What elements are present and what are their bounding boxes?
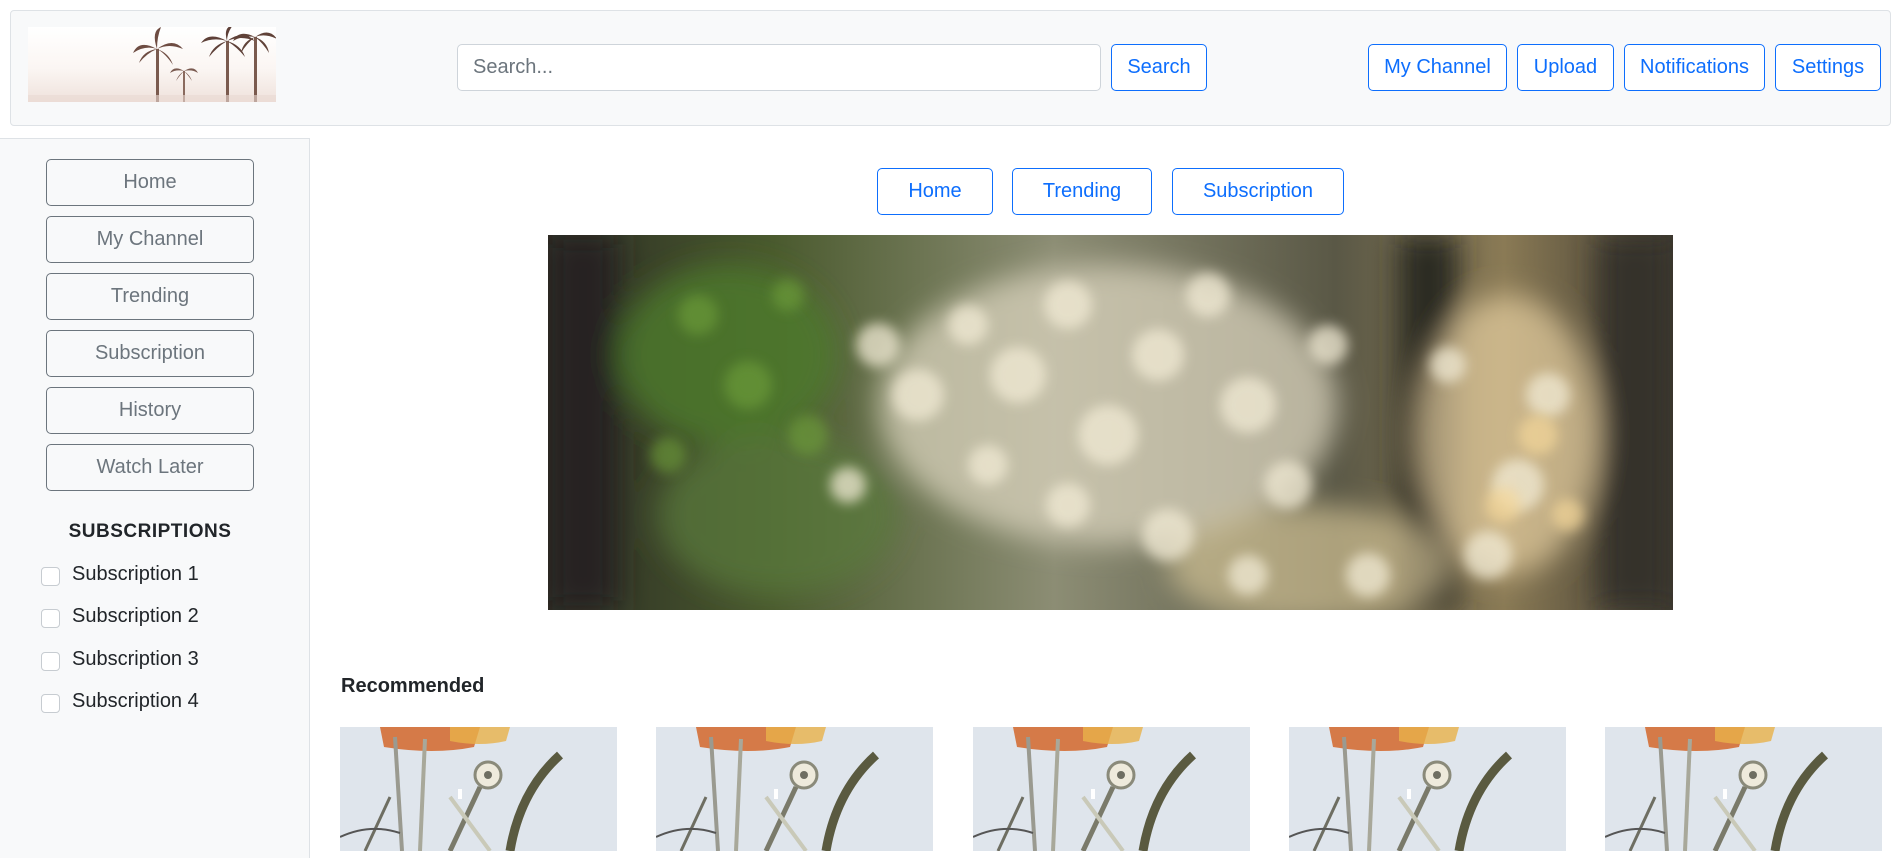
subscription-checkbox[interactable] xyxy=(41,693,60,713)
subscription-label: Subscription 2 xyxy=(72,604,199,627)
notifications-button[interactable]: Notifications xyxy=(1624,44,1765,91)
sidebar-item-trending[interactable]: Trending xyxy=(46,273,254,320)
search-input[interactable] xyxy=(457,44,1101,91)
subscription-item[interactable]: Subscription 3 xyxy=(41,646,199,672)
sidebar: Home My Channel Trending Subscription Hi… xyxy=(0,138,310,858)
video-thumbnail[interactable] xyxy=(1605,727,1882,851)
search-button[interactable]: Search xyxy=(1111,44,1207,91)
subscription-label: Subscription 4 xyxy=(72,689,199,712)
video-thumbnail[interactable] xyxy=(1289,727,1566,851)
sidebar-item-home[interactable]: Home xyxy=(46,159,254,206)
my-channel-button[interactable]: My Channel xyxy=(1368,44,1507,91)
recommended-heading: Recommended xyxy=(341,675,485,697)
subscription-checkbox[interactable] xyxy=(41,566,60,586)
tab-home[interactable]: Home xyxy=(877,168,993,215)
tab-trending[interactable]: Trending xyxy=(1012,168,1152,215)
subscription-checkbox[interactable] xyxy=(41,608,60,628)
bicycle-image xyxy=(340,727,617,851)
sidebar-item-watch-later[interactable]: Watch Later xyxy=(46,444,254,491)
subscription-label: Subscription 1 xyxy=(72,562,199,585)
hero-banner xyxy=(548,235,1673,610)
bicycle-image xyxy=(1605,727,1882,851)
palm-trees-logo-icon xyxy=(28,27,276,102)
subscription-item[interactable]: Subscription 2 xyxy=(41,603,199,629)
forest-bokeh-image xyxy=(548,235,1673,610)
bicycle-image xyxy=(656,727,933,851)
site-logo[interactable] xyxy=(28,27,276,102)
sidebar-item-history[interactable]: History xyxy=(46,387,254,434)
video-thumbnail[interactable] xyxy=(656,727,933,851)
video-thumbnail[interactable] xyxy=(340,727,617,851)
settings-button[interactable]: Settings xyxy=(1775,44,1881,91)
sidebar-item-my-channel[interactable]: My Channel xyxy=(46,216,254,263)
subscriptions-heading: SUBSCRIPTIONS xyxy=(68,521,232,542)
bicycle-image xyxy=(1289,727,1566,851)
subscription-item[interactable]: Subscription 4 xyxy=(41,688,199,714)
sidebar-item-subscription[interactable]: Subscription xyxy=(46,330,254,377)
upload-button[interactable]: Upload xyxy=(1517,44,1614,91)
bicycle-image xyxy=(973,727,1250,851)
subscription-checkbox[interactable] xyxy=(41,651,60,671)
subscription-item[interactable]: Subscription 1 xyxy=(41,561,199,587)
video-thumbnail[interactable] xyxy=(973,727,1250,851)
tab-subscription[interactable]: Subscription xyxy=(1172,168,1344,215)
top-header: Search My Channel Upload Notifications S… xyxy=(10,10,1891,126)
subscription-label: Subscription 3 xyxy=(72,647,199,670)
